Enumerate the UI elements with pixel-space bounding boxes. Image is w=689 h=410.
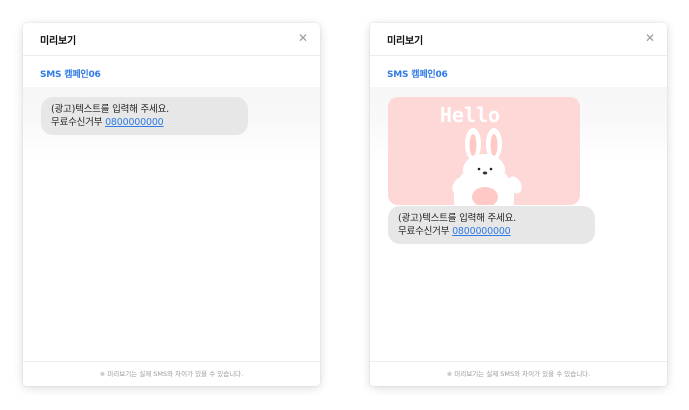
close-icon[interactable]: ✕ [296, 31, 310, 45]
mms-image: Hello [388, 97, 580, 205]
panel-title: 미리보기 [40, 36, 76, 47]
preview-panel-mms: 미리보기 ✕ SMS 캠페인06 Hello (광고)텍스트를 입력해 주세요.… [370, 23, 667, 386]
campaign-name: SMS 캠페인06 [387, 70, 448, 80]
opt-out-line: 무료수신거부 0800000000 [51, 116, 238, 129]
preview-disclaimer: ※ 미리보기는 실제 SMS와 차이가 있을 수 있습니다. [370, 361, 667, 386]
message-text: (광고)텍스트를 입력해 주세요. [51, 104, 169, 115]
opt-out-label: 무료수신거부 [398, 226, 450, 237]
message-text: (광고)텍스트를 입력해 주세요. [398, 213, 516, 224]
panel-title: 미리보기 [387, 36, 423, 47]
preview-panel-sms: 미리보기 ✕ SMS 캠페인06 (광고)텍스트를 입력해 주세요. 무료수신거… [23, 23, 320, 386]
campaign-name: SMS 캠페인06 [40, 70, 101, 80]
panel-header: 미리보기 ✕ [23, 23, 320, 56]
opt-out-phone-link[interactable]: 0800000000 [105, 117, 164, 128]
panel-header: 미리보기 ✕ [370, 23, 667, 56]
message-bubble: (광고)텍스트를 입력해 주세요. 무료수신거부 0800000000 [388, 206, 595, 244]
opt-out-line: 무료수신거부 0800000000 [398, 225, 585, 238]
image-hello-text: Hello [440, 103, 500, 127]
opt-out-label: 무료수신거부 [51, 117, 103, 128]
message-bubble: (광고)텍스트를 입력해 주세요. 무료수신거부 0800000000 [41, 97, 248, 135]
bunny-illustration: Hello [388, 97, 580, 205]
preview-disclaimer: ※ 미리보기는 실제 SMS와 차이가 있을 수 있습니다. [23, 361, 320, 386]
close-icon[interactable]: ✕ [643, 31, 657, 45]
opt-out-phone-link[interactable]: 0800000000 [452, 226, 511, 237]
